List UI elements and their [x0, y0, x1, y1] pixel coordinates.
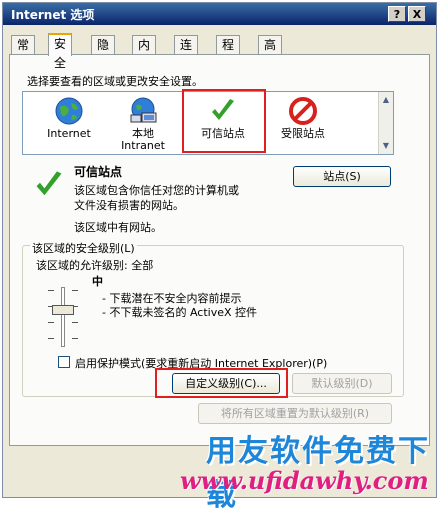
intranet-icon [130, 97, 157, 123]
globe-icon [55, 97, 83, 125]
watermark: 用友软件免费下载 www.ufidawhy.com [0, 420, 439, 513]
tab-security[interactable]: 安全 [48, 33, 73, 70]
tab-general[interactable]: 常规 [11, 35, 36, 71]
zone-internet-label: Internet [47, 127, 91, 140]
slider-tick [48, 338, 54, 339]
selected-zone-title: 可信站点 [74, 165, 123, 179]
zone-intranet[interactable]: 本地 Intranet [111, 92, 175, 152]
scroll-down-icon[interactable]: ▼ [380, 140, 392, 152]
watermark-url-text: www.ufidawhy.com [180, 466, 429, 495]
tab-content[interactable]: 内容 [132, 35, 157, 71]
scroll-up-icon[interactable]: ▲ [380, 94, 392, 106]
slider-tick [48, 290, 54, 291]
tab-privacy[interactable]: 隐私 [91, 35, 116, 71]
custom-level-highlight [155, 368, 288, 398]
sites-button[interactable]: 站点(S) [293, 166, 391, 187]
slider-tick [72, 338, 78, 339]
tab-connections[interactable]: 连接 [174, 35, 199, 71]
zone-desc-line2: 文件没有损害的网站。 [74, 199, 184, 212]
zone-scrollbar[interactable]: ▲ ▼ [378, 92, 393, 154]
security-bullet-2: - 不下载未签名的 ActiveX 控件 [102, 306, 258, 319]
tab-advanced[interactable]: 高级 [258, 35, 283, 71]
zones-heading: 选择要查看的区域或更改安全设置。 [27, 75, 203, 88]
zone-intranet-label: 本地 Intranet [121, 127, 165, 152]
zone-restricted[interactable]: 受限站点 [268, 92, 338, 152]
slider-tick [72, 322, 78, 323]
slider-tick [72, 290, 78, 291]
zone-restricted-label: 受限站点 [281, 127, 325, 140]
restricted-icon [289, 97, 317, 125]
help-button[interactable]: ? [388, 6, 406, 22]
security-level-label: 该区域的安全级别(L) [30, 240, 137, 256]
close-button[interactable]: X [408, 6, 426, 22]
zone-desc-line1: 该区域包含你信任对您的计算机或 [74, 184, 239, 197]
security-level-name: 中 [92, 275, 103, 288]
window-title: Internet 选项 [11, 8, 95, 22]
zone-desc-line3: 该区域中有网站。 [74, 221, 162, 234]
protected-mode-checkbox[interactable] [58, 356, 70, 368]
slider-tick [48, 322, 54, 323]
security-level-slider-thumb[interactable] [52, 305, 74, 315]
zone-internet[interactable]: Internet [29, 92, 109, 152]
trusted-zone-highlight [182, 89, 266, 153]
security-level-slider[interactable] [61, 287, 65, 347]
allowed-level-text: 该区域的允许级别: 全部 [36, 259, 154, 272]
tab-programs[interactable]: 程序 [216, 35, 241, 71]
title-bar: Internet 选项 ? X [3, 3, 436, 25]
default-level-button[interactable]: 默认级别(D) [292, 373, 392, 394]
trusted-checkmark-icon [36, 171, 62, 196]
